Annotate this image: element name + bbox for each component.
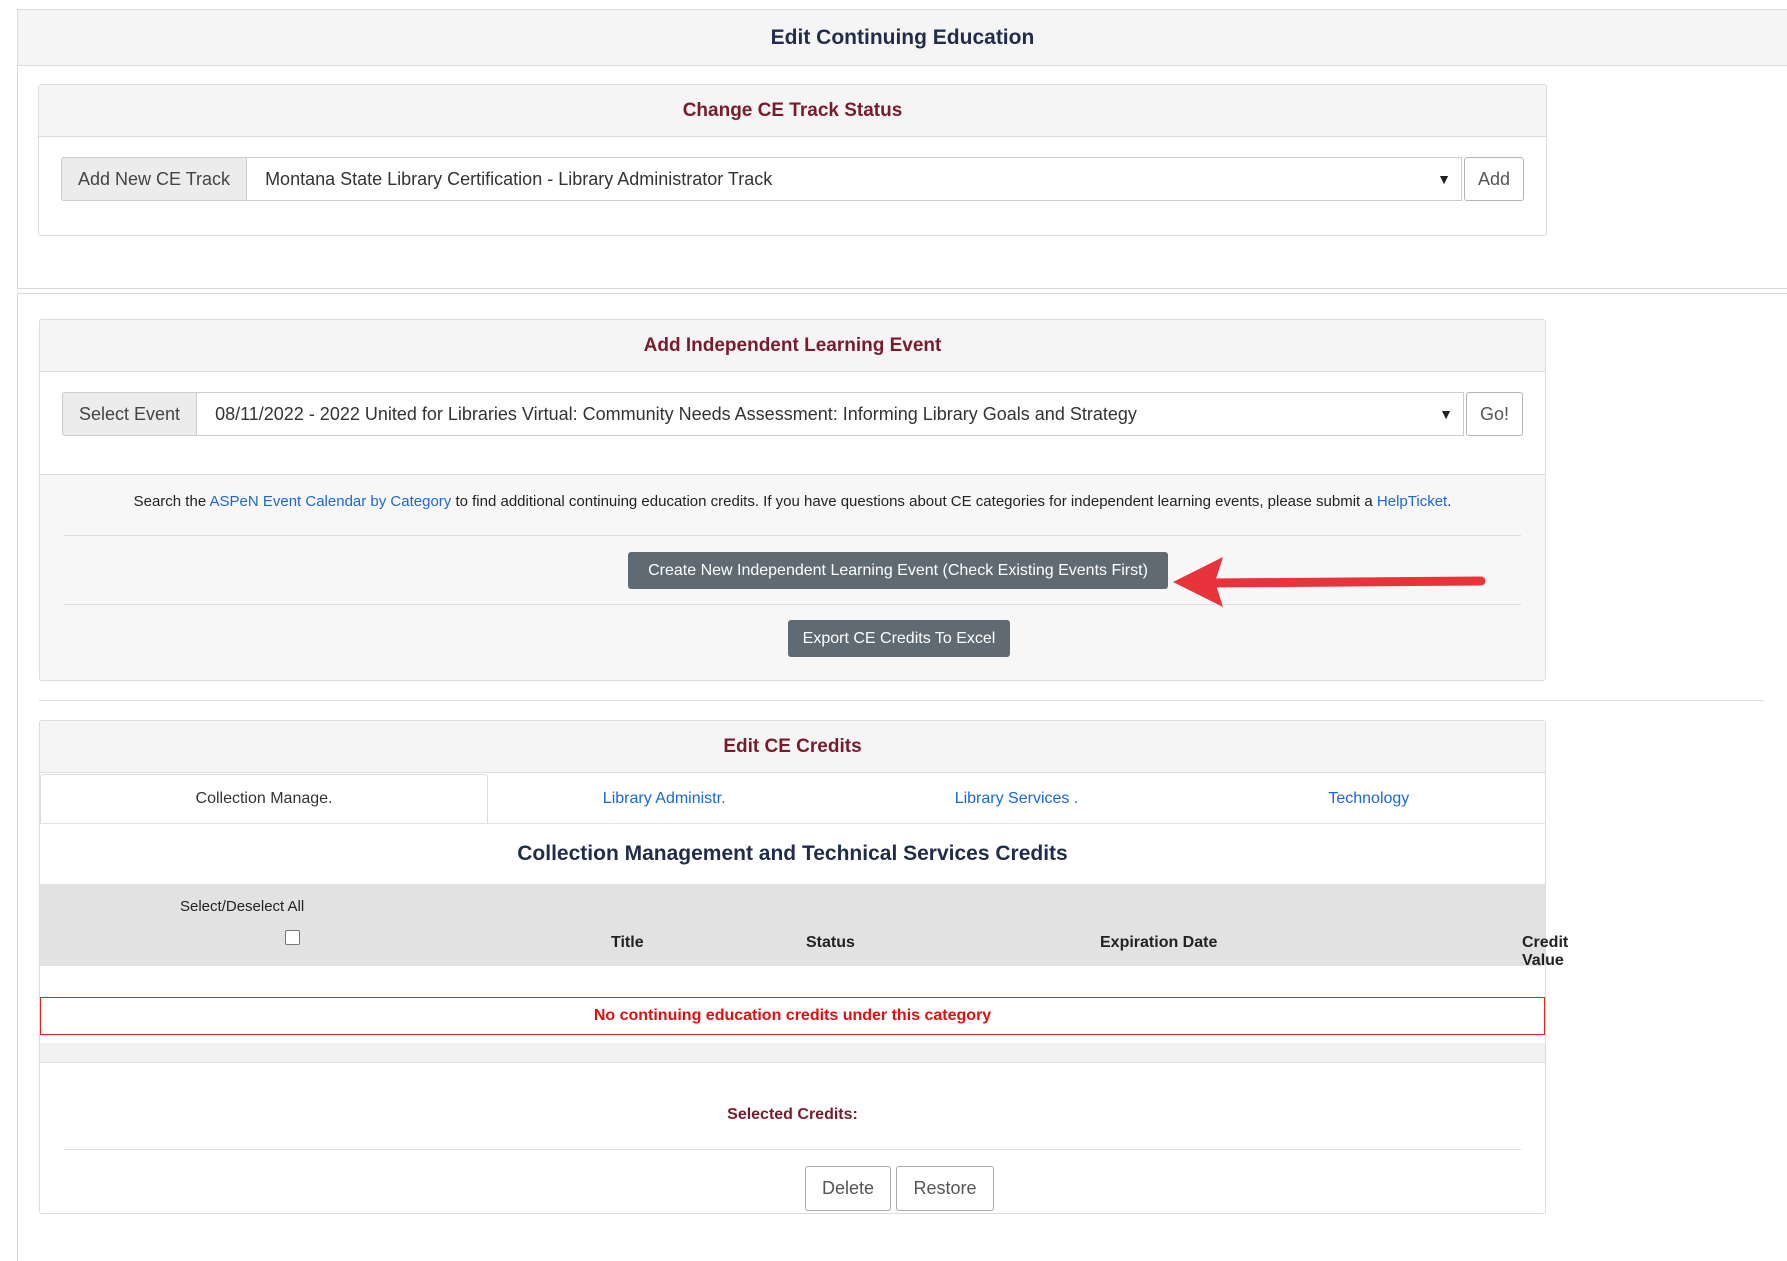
chevron-down-icon: ▼: [1439, 406, 1453, 422]
add-ce-track-addon: Add New CE Track: [61, 157, 247, 201]
track-panel-title: Change CE Track Status: [39, 85, 1546, 137]
edit-ce-container: Edit Continuing Education Change CE Trac…: [17, 9, 1787, 289]
credits-table-header: Select/Deselect All Title Status Expirat…: [40, 884, 1568, 969]
credits-panel-title: Edit CE Credits: [40, 721, 1545, 773]
empty-credits-message: No continuing education credits under th…: [40, 997, 1545, 1035]
event-input-group: Select Event 08/11/2022 - 2022 United fo…: [62, 392, 1523, 436]
select-all-checkbox[interactable]: [285, 930, 300, 945]
event-panel-title: Add Independent Learning Event: [40, 320, 1545, 372]
add-track-button[interactable]: Add: [1463, 157, 1524, 201]
help-note: Search the ASPeN Event Calendar by Categ…: [40, 493, 1545, 510]
page-title: Edit Continuing Education: [18, 10, 1787, 66]
edit-credits-panel: Edit CE Credits Collection Manage. Libra…: [39, 720, 1568, 1214]
tab-collection-manage[interactable]: Collection Manage.: [40, 774, 488, 823]
event-select-value: 08/11/2022 - 2022 United for Libraries V…: [215, 403, 1137, 424]
select-all-checkbox-cell: [285, 930, 300, 945]
independent-learning-panel: Add Independent Learning Event Select Ev…: [39, 319, 1546, 681]
restore-button[interactable]: Restore: [896, 1166, 994, 1211]
note-suffix: .: [1447, 493, 1452, 510]
note-prefix: Search the: [133, 493, 210, 510]
track-select-value: Montana State Library Certification - Li…: [265, 168, 773, 189]
chevron-down-icon: ▼: [1437, 171, 1451, 187]
ce-content-container: Add Independent Learning Event Select Ev…: [17, 293, 1787, 1261]
section-title: Collection Management and Technical Serv…: [517, 842, 1068, 865]
helpticket-link[interactable]: HelpTicket: [1377, 493, 1447, 510]
tab-library-services[interactable]: Library Services .: [840, 774, 1192, 823]
track-select[interactable]: Montana State Library Certification - Li…: [246, 157, 1462, 201]
track-input-group: Add New CE Track Montana State Library C…: [61, 157, 1524, 201]
red-arrow-icon: [1173, 557, 1486, 607]
tab-library-administr[interactable]: Library Administr.: [488, 774, 840, 823]
go-button[interactable]: Go!: [1465, 392, 1523, 436]
delete-button[interactable]: Delete: [805, 1166, 891, 1211]
select-event-addon: Select Event: [62, 392, 197, 436]
track-status-panel: Change CE Track Status Add New CE Track …: [38, 84, 1547, 236]
event-select[interactable]: 08/11/2022 - 2022 United for Libraries V…: [196, 392, 1464, 436]
category-tabs: Collection Manage. Library Administr. Li…: [40, 774, 1545, 824]
selected-credits-label: Selected Credits:: [727, 1106, 858, 1123]
note-middle: to find additional continuing education …: [451, 493, 1377, 510]
create-event-button[interactable]: Create New Independent Learning Event (C…: [628, 552, 1168, 589]
aspen-calendar-link[interactable]: ASPeN Event Calendar by Category: [210, 493, 452, 510]
table-footer-band: [40, 1043, 1545, 1063]
export-excel-button[interactable]: Export CE Credits To Excel: [788, 620, 1010, 657]
tab-technology[interactable]: Technology: [1193, 774, 1545, 823]
divider: [64, 535, 1521, 536]
column-header-title: Title: [611, 934, 644, 951]
column-header-status: Status: [806, 934, 855, 951]
select-all-label: Select/Deselect All: [180, 898, 305, 915]
column-header-credit-value: Credit Value: [1522, 934, 1569, 969]
section-divider: [39, 700, 1764, 701]
divider: [64, 1149, 1521, 1150]
column-header-expiration: Expiration Date: [1100, 934, 1218, 951]
